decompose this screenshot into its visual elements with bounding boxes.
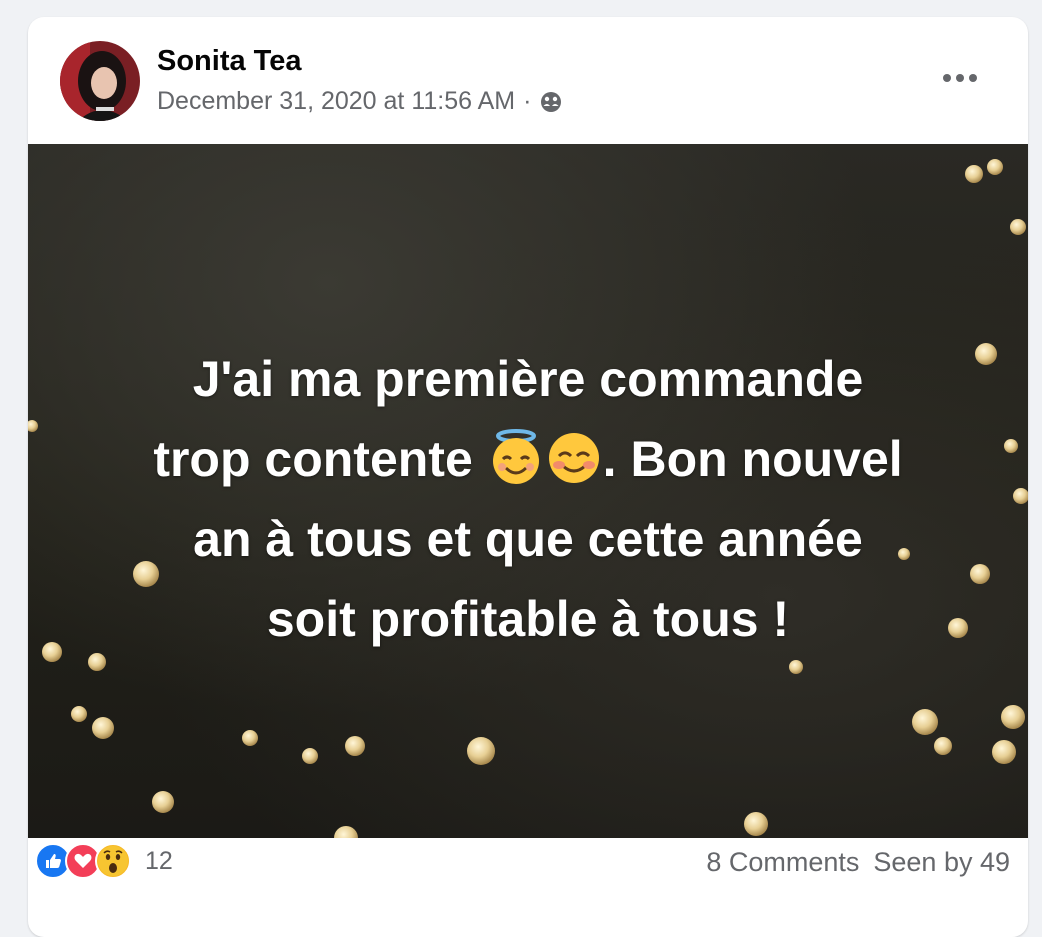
post-card: Sonita Tea December 31, 2020 at 11:56 AM… [28, 17, 1028, 937]
reactions-summary[interactable]: 12 [35, 841, 173, 881]
post-text-line: soit profitable à tous ! [266, 591, 790, 647]
post-text-line: J'ai ma première commande [192, 351, 864, 407]
comments-count-link[interactable]: 8 Comments [706, 847, 859, 878]
post-text-fragment: trop contente [153, 431, 473, 487]
post-text-fragment: . Bon nouvel [602, 431, 903, 487]
post-text-line: trop contente . Bon nouvel [68, 419, 988, 499]
post-stats: 8 Comments Seen by 49 [706, 847, 1010, 878]
smiling-face-blushing-icon [545, 428, 603, 486]
post-text: J'ai ma première commande trop contente … [68, 339, 988, 659]
more-dot-icon [956, 74, 964, 82]
seen-by-link[interactable]: Seen by 49 [873, 847, 1010, 878]
author-name[interactable]: Sonita Tea [157, 45, 302, 78]
post-text-line: an à tous et que cette année [193, 511, 863, 567]
post-image[interactable]: J'ai ma première commande trop contente … [28, 144, 1028, 838]
post-meta: December 31, 2020 at 11:56 AM · [157, 87, 563, 116]
more-dot-icon [943, 74, 951, 82]
post-header: Sonita Tea December 31, 2020 at 11:56 AM… [28, 17, 1028, 144]
friends-audience-icon[interactable] [539, 90, 563, 114]
more-dot-icon [969, 74, 977, 82]
smiling-face-with-halo-icon [487, 428, 545, 486]
wow-icon [95, 843, 131, 879]
post-timestamp[interactable]: December 31, 2020 at 11:56 AM [157, 87, 515, 116]
more-options-button[interactable] [930, 63, 990, 93]
meta-separator: · [523, 87, 532, 115]
reaction-count: 12 [145, 846, 173, 875]
author-avatar[interactable] [60, 41, 140, 121]
